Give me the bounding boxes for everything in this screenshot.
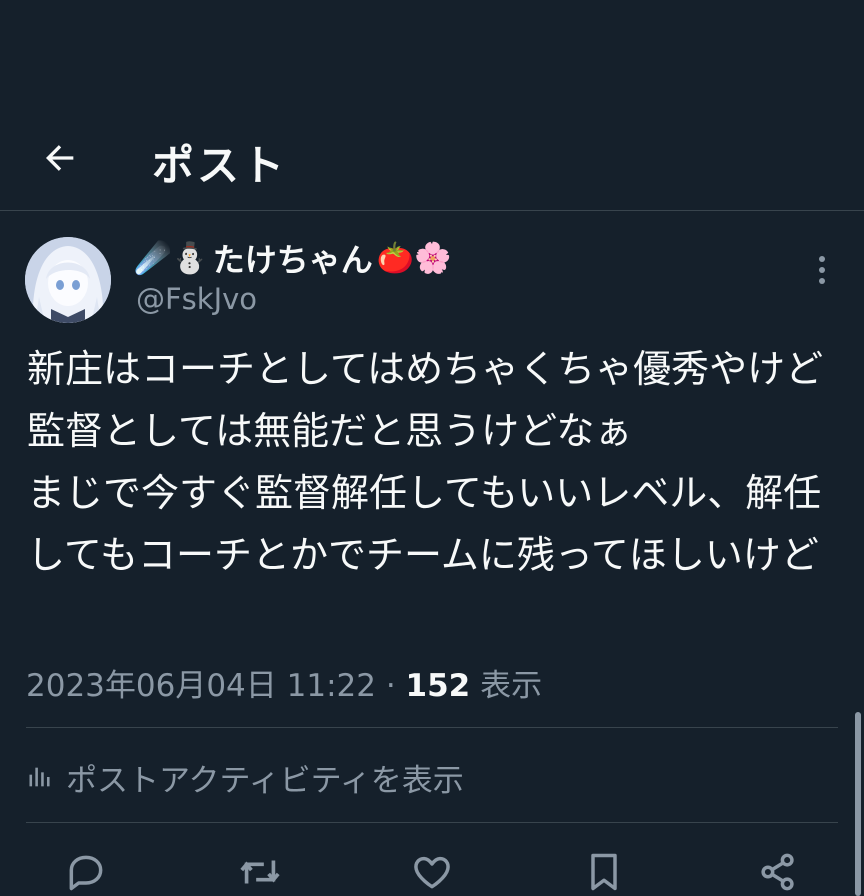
bar-chart-icon	[29, 767, 50, 787]
more-vertical-icon	[819, 256, 825, 284]
avatar-image	[25, 237, 111, 323]
header-divider	[0, 210, 864, 211]
retweet-icon	[240, 860, 280, 884]
like-button[interactable]	[408, 848, 456, 896]
back-button[interactable]	[36, 134, 84, 182]
bookmark-icon	[591, 853, 617, 891]
reply-button[interactable]	[62, 848, 110, 896]
post-activity-label: ポストアクティビティを表示	[66, 762, 464, 799]
author-handle[interactable]: @FskJvo	[136, 282, 257, 316]
name-prefix-emoji: ☄️⛄	[134, 240, 209, 276]
reply-icon	[69, 855, 103, 891]
bookmark-button[interactable]	[580, 848, 628, 896]
views-count: 152	[405, 668, 471, 704]
tweet-meta: 2023年06月04日 11:22 · 152 表示	[26, 660, 542, 705]
scrollbar[interactable]	[855, 712, 861, 896]
tweet-timestamp[interactable]: 2023年06月04日 11:22	[26, 668, 376, 704]
avatar[interactable]	[25, 237, 111, 323]
share-button[interactable]	[754, 848, 802, 896]
top-app-bar: ポスト	[0, 110, 864, 210]
retweet-button[interactable]	[236, 848, 284, 896]
tweet-text: 新庄はコーチとしてはめちゃくちゃ優秀やけど監督としては無能だと思うけどなぁ まじ…	[27, 347, 824, 577]
activity-divider	[26, 822, 838, 823]
name-suffix-emoji: 🍅🌸	[376, 240, 452, 276]
page-title: ポスト	[152, 141, 288, 190]
views-label: 表示	[470, 668, 543, 704]
author-name-row[interactable]: ☄️⛄ たけちゃん 🍅🌸	[134, 236, 451, 280]
tweet-action-bar	[0, 848, 864, 896]
heart-icon	[414, 856, 450, 889]
arrow-left-icon	[46, 145, 74, 171]
more-options-button[interactable]	[804, 250, 840, 290]
meta-divider	[26, 727, 838, 728]
post-activity-link[interactable]: ポストアクティビティを表示	[26, 754, 464, 800]
author-name: たけちゃん	[212, 241, 373, 279]
meta-separator: ·	[375, 668, 406, 704]
share-icon	[761, 853, 794, 891]
